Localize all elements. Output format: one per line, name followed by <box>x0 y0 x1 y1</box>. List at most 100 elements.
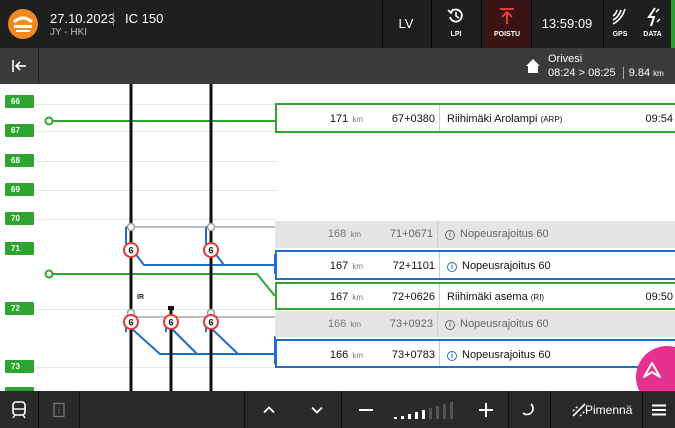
divider <box>431 0 432 48</box>
brightness-bars-icon <box>394 401 453 419</box>
menu-icon <box>652 404 666 415</box>
speed-sign-value: 6 <box>208 318 213 328</box>
trip-date: 27.10.2023 <box>50 11 116 26</box>
night-mode-button[interactable] <box>509 391 549 428</box>
event-name: i Nopeusrajoitus 60 <box>447 349 551 361</box>
event-row[interactable]: 168 km 71+0671 i Nopeusrajoitus 60 <box>275 221 675 248</box>
logo-icon[interactable] <box>8 9 38 39</box>
event-time: 09:50 <box>645 291 673 303</box>
chevron-up-icon <box>263 405 275 413</box>
departure-time: 08:25 <box>588 67 616 79</box>
speed-sign-value: 6 <box>128 246 133 256</box>
divider <box>531 0 532 48</box>
divider <box>439 105 440 131</box>
poistu-button[interactable]: POISTU <box>484 0 530 48</box>
dim-button[interactable]: Pimennä <box>551 391 641 428</box>
distance-unit: km <box>653 69 664 78</box>
lpi-button[interactable]: LPI <box>434 0 478 48</box>
speed-sign: 6 <box>203 314 219 330</box>
info-icon: i <box>447 262 457 272</box>
distance-value: 168 <box>327 228 347 240</box>
plus-icon <box>479 402 493 417</box>
menu-button[interactable] <box>643 391 675 428</box>
brightness-up-button[interactable] <box>466 391 506 428</box>
event-name: i Nopeusrajoitus 60 <box>445 228 549 240</box>
gps-icon <box>612 8 626 25</box>
distance-value: 166 <box>329 349 349 361</box>
app-root: 27.10.2023 JY - HKI IC 150 LV LPI POISTU… <box>0 0 675 428</box>
lv-button[interactable]: LV <box>384 0 428 48</box>
divider <box>481 0 482 48</box>
status-strip <box>671 0 675 48</box>
station-name: Riihimäki asema <box>447 291 528 303</box>
event-label: Nopeusrajoitus 60 <box>460 318 549 330</box>
divider <box>439 252 440 278</box>
dim-label: Pimennä <box>585 403 633 417</box>
event-distance: 166 km <box>275 318 361 330</box>
event-position: 67+0380 <box>391 113 435 125</box>
collapse-button[interactable] <box>4 52 32 80</box>
event-row[interactable]: 166 km 73+0783 i Nopeusrajoitus 60 <box>275 339 675 368</box>
distance-value: 167 <box>329 260 349 272</box>
event-row[interactable]: 171 km 67+0380 Riihimäki Arolampi (ARP) … <box>275 103 675 133</box>
event-row[interactable]: 167 km 72+0626 Riihimäki asema (RI) 09:5… <box>275 282 675 310</box>
divider <box>439 284 440 308</box>
minus-icon <box>359 408 373 411</box>
collapse-icon <box>12 60 26 72</box>
exit-icon <box>500 8 514 24</box>
next-station-name: Orivesi <box>548 53 583 65</box>
home-icon <box>526 59 540 73</box>
train-number: IC 150 <box>125 11 164 26</box>
event-row[interactable]: 167 km 72+1101 i Nopeusrajoitus 60 <box>275 250 675 280</box>
clock: 13:59:09 <box>541 16 593 31</box>
event-distance: 166 km <box>277 349 363 361</box>
divider <box>79 391 80 428</box>
distance-unit: km <box>350 320 361 329</box>
speed-sign: 6 <box>123 314 139 330</box>
scroll-down-button[interactable] <box>294 391 340 428</box>
distance-value: 167 <box>329 291 349 303</box>
event-distance: 171 km <box>277 113 363 125</box>
night-mode-icon <box>522 402 534 415</box>
distance-unit: km <box>352 351 363 360</box>
station-name: Riihimäki Arolampi <box>447 113 538 125</box>
speed-sign-value: 6 <box>208 246 213 256</box>
divider <box>437 221 438 248</box>
train-button[interactable] <box>0 391 38 428</box>
event-label: Nopeusrajoitus 60 <box>462 349 551 361</box>
lpi-label: LPI <box>450 31 462 38</box>
event-row[interactable]: 166 km 73+0923 i Nopeusrajoitus 60 <box>275 311 675 337</box>
distance-value: 171 <box>329 113 349 125</box>
divider <box>382 0 383 48</box>
event-label: Nopeusrajoitus 60 <box>462 260 551 272</box>
distance-unit: km <box>350 230 361 239</box>
station-code: (RI) <box>530 293 545 302</box>
bottom-toolbar: i Pimennä <box>0 391 675 428</box>
event-position: 73+0923 <box>389 318 433 330</box>
history-icon <box>447 8 463 23</box>
top-bar: 27.10.2023 JY - HKI IC 150 LV LPI POISTU… <box>0 0 675 48</box>
distance-unit: km <box>352 115 363 124</box>
event-position: 73+0783 <box>391 349 435 361</box>
document-button[interactable]: i <box>39 391 79 428</box>
info-icon: i <box>445 230 455 240</box>
route-diagram: 66 67 68 69 70 71 72 73 6 6 6 6 6 IR 171… <box>0 84 675 391</box>
arrival-time: 08:24 <box>548 67 576 79</box>
data-icon <box>646 7 661 27</box>
speed-sign-value: 6 <box>128 318 133 328</box>
event-distance: 167 km <box>277 260 363 272</box>
station-code: (ARP) <box>540 115 563 124</box>
brightness-down-button[interactable] <box>342 391 390 428</box>
station-distance: 9.84 km <box>622 67 664 79</box>
event-position: 71+0671 <box>389 228 433 240</box>
distance-unit: km <box>352 293 363 302</box>
event-distance: 167 km <box>277 291 363 303</box>
gps-status[interactable]: GPS <box>605 0 635 48</box>
document-glyph: i <box>58 406 60 415</box>
data-status[interactable]: DATA <box>636 0 669 48</box>
data-label: DATA <box>643 31 662 38</box>
divider <box>437 311 438 337</box>
scroll-up-button[interactable] <box>245 391 293 428</box>
header-separator <box>113 12 114 26</box>
time-arrow: > <box>578 67 586 79</box>
